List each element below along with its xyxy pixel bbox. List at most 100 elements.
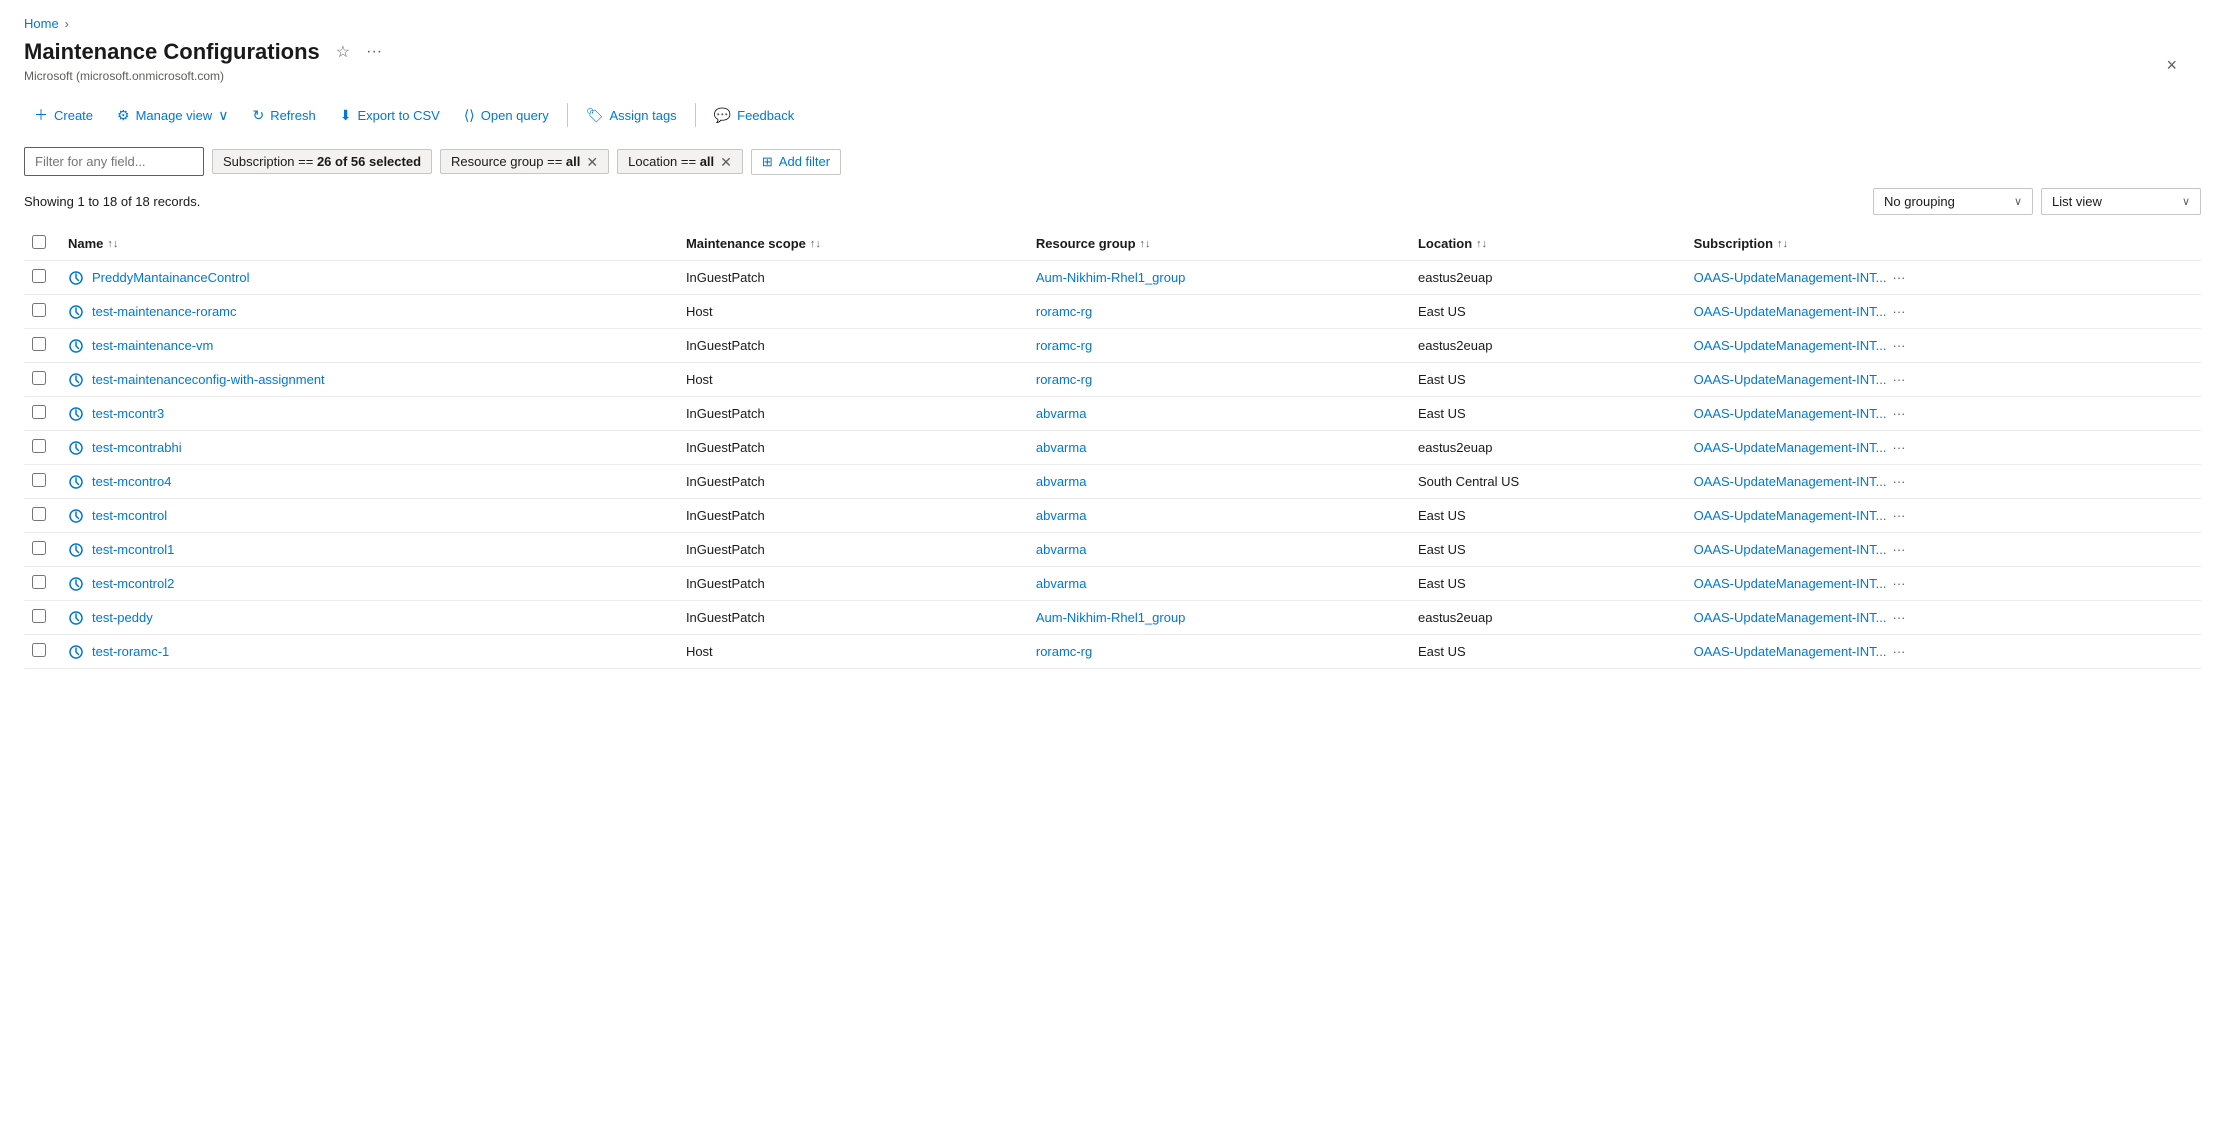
- subscription-link[interactable]: OAAS-UpdateManagement-INT...: [1694, 474, 1887, 489]
- create-button[interactable]: ＋ Create: [24, 99, 103, 131]
- row-more-button[interactable]: ···: [1892, 576, 1905, 591]
- resource-name-link[interactable]: test-peddy: [92, 610, 153, 625]
- more-options-button[interactable]: ···: [362, 41, 386, 63]
- manage-view-button[interactable]: ⚙ Manage view ∨: [107, 101, 238, 130]
- resource-group-link[interactable]: roramc-rg: [1036, 372, 1092, 387]
- row-checkbox[interactable]: [32, 439, 46, 453]
- resource-group-link[interactable]: roramc-rg: [1036, 304, 1092, 319]
- row-more-button[interactable]: ···: [1892, 406, 1905, 421]
- resource-group-link[interactable]: abvarma: [1036, 508, 1087, 523]
- subscription-link[interactable]: OAAS-UpdateManagement-INT...: [1694, 406, 1887, 421]
- row-checkbox[interactable]: [32, 303, 46, 317]
- location-sort-icon[interactable]: ↑↓: [1476, 238, 1487, 250]
- resource-group-sort-icon[interactable]: ↑↓: [1140, 238, 1151, 250]
- location-filter-close[interactable]: ✕: [720, 155, 732, 169]
- resource-name-link[interactable]: test-mcontro4: [92, 474, 171, 489]
- filter-input[interactable]: [24, 147, 204, 176]
- resource-name-link[interactable]: test-roramc-1: [92, 644, 169, 659]
- resource-name-link[interactable]: test-mcontrol2: [92, 576, 174, 591]
- row-more-button[interactable]: ···: [1892, 644, 1905, 659]
- resource-group-link[interactable]: abvarma: [1036, 406, 1087, 421]
- subscription-link[interactable]: OAAS-UpdateManagement-INT...: [1694, 372, 1887, 387]
- row-more-button[interactable]: ···: [1892, 372, 1905, 387]
- feedback-button[interactable]: 💬 Feedback: [704, 101, 805, 130]
- row-more-button[interactable]: ···: [1892, 610, 1905, 625]
- resource-name-link[interactable]: test-mcontr3: [92, 406, 164, 421]
- subscription-link[interactable]: OAAS-UpdateManagement-INT...: [1694, 542, 1887, 557]
- row-checkbox-cell: [24, 635, 56, 669]
- row-checkbox-cell: [24, 465, 56, 499]
- row-checkbox[interactable]: [32, 575, 46, 589]
- row-more-button[interactable]: ···: [1892, 270, 1905, 285]
- resource-group-link[interactable]: abvarma: [1036, 474, 1087, 489]
- subscription-link[interactable]: OAAS-UpdateManagement-INT...: [1694, 338, 1887, 353]
- subscription-link[interactable]: OAAS-UpdateManagement-INT...: [1694, 304, 1887, 319]
- row-checkbox[interactable]: [32, 541, 46, 555]
- resource-group-cell: abvarma: [1024, 397, 1406, 431]
- refresh-button[interactable]: ↻ Refresh: [242, 101, 325, 130]
- resource-name-link[interactable]: test-maintenance-roramc: [92, 304, 237, 319]
- row-more-button[interactable]: ···: [1892, 440, 1905, 455]
- resource-group-filter-close[interactable]: ✕: [586, 155, 598, 169]
- maintenance-config-icon: [68, 406, 84, 422]
- subscription-link[interactable]: OAAS-UpdateManagement-INT...: [1694, 508, 1887, 523]
- row-checkbox[interactable]: [32, 337, 46, 351]
- grouping-dropdown[interactable]: No grouping ∨: [1873, 188, 2033, 215]
- row-more-button[interactable]: ···: [1892, 542, 1905, 557]
- resource-name-link[interactable]: test-mcontrol1: [92, 542, 174, 557]
- resource-name-link[interactable]: test-mcontrol: [92, 508, 167, 523]
- maintenance-scope-cell: InGuestPatch: [674, 567, 1024, 601]
- resource-group-link[interactable]: Aum-Nikhim-Rhel1_group: [1036, 610, 1186, 625]
- name-sort-icon[interactable]: ↑↓: [107, 238, 118, 250]
- location-cell: eastus2euap: [1406, 601, 1682, 635]
- assign-tags-button[interactable]: 🏷 Assign tags: [576, 101, 687, 130]
- row-checkbox[interactable]: [32, 371, 46, 385]
- maintenance-scope-column-label: Maintenance scope: [686, 236, 806, 251]
- resource-group-link[interactable]: roramc-rg: [1036, 644, 1092, 659]
- toolbar-separator: [567, 103, 568, 127]
- subscription-link[interactable]: OAAS-UpdateManagement-INT...: [1694, 440, 1887, 455]
- plus-icon: ＋: [34, 105, 48, 125]
- subscription-link[interactable]: OAAS-UpdateManagement-INT...: [1694, 270, 1887, 285]
- export-csv-button[interactable]: ⬇ Export to CSV: [330, 101, 450, 130]
- resource-name-link[interactable]: test-mcontrabhi: [92, 440, 182, 455]
- subscription-link[interactable]: OAAS-UpdateManagement-INT...: [1694, 610, 1887, 625]
- resource-name-link[interactable]: PreddyMantainanceControl: [92, 270, 250, 285]
- download-icon: ⬇: [340, 107, 352, 124]
- table-row: test-mcontro4InGuestPatchabvarmaSouth Ce…: [24, 465, 2201, 499]
- resource-group-link[interactable]: abvarma: [1036, 542, 1087, 557]
- row-more-button[interactable]: ···: [1892, 338, 1905, 353]
- add-filter-button[interactable]: ⊞ Add filter: [751, 149, 841, 175]
- name-cell: test-mcontrol2: [56, 567, 674, 601]
- row-checkbox[interactable]: [32, 643, 46, 657]
- resource-group-link[interactable]: abvarma: [1036, 576, 1087, 591]
- close-button[interactable]: ×: [2166, 55, 2177, 76]
- resource-group-cell: abvarma: [1024, 431, 1406, 465]
- maintenance-scope-sort-icon[interactable]: ↑↓: [810, 238, 821, 250]
- table-row: test-mcontrol2InGuestPatchabvarmaEast US…: [24, 567, 2201, 601]
- row-more-button[interactable]: ···: [1892, 304, 1905, 319]
- pin-button[interactable]: ☆: [332, 40, 354, 64]
- select-all-checkbox[interactable]: [32, 235, 46, 249]
- resource-name-link[interactable]: test-maintenanceconfig-with-assignment: [92, 372, 325, 387]
- resource-group-link[interactable]: Aum-Nikhim-Rhel1_group: [1036, 270, 1186, 285]
- subscription-link[interactable]: OAAS-UpdateManagement-INT...: [1694, 644, 1887, 659]
- row-checkbox[interactable]: [32, 609, 46, 623]
- row-more-button[interactable]: ···: [1892, 474, 1905, 489]
- resource-group-link[interactable]: abvarma: [1036, 440, 1087, 455]
- subscription-link[interactable]: OAAS-UpdateManagement-INT...: [1694, 576, 1887, 591]
- breadcrumb-home[interactable]: Home: [24, 16, 59, 31]
- view-type-dropdown[interactable]: List view ∨: [2041, 188, 2201, 215]
- subscription-sort-icon[interactable]: ↑↓: [1777, 238, 1788, 250]
- resource-group-link[interactable]: roramc-rg: [1036, 338, 1092, 353]
- grouping-label: No grouping: [1884, 194, 1955, 209]
- row-checkbox[interactable]: [32, 507, 46, 521]
- row-checkbox[interactable]: [32, 473, 46, 487]
- open-query-button[interactable]: ⟨⟩ Open query: [454, 101, 559, 130]
- row-checkbox[interactable]: [32, 405, 46, 419]
- row-checkbox-cell: [24, 431, 56, 465]
- resource-name-link[interactable]: test-maintenance-vm: [92, 338, 213, 353]
- row-checkbox-cell: [24, 397, 56, 431]
- row-more-button[interactable]: ···: [1892, 508, 1905, 523]
- row-checkbox[interactable]: [32, 269, 46, 283]
